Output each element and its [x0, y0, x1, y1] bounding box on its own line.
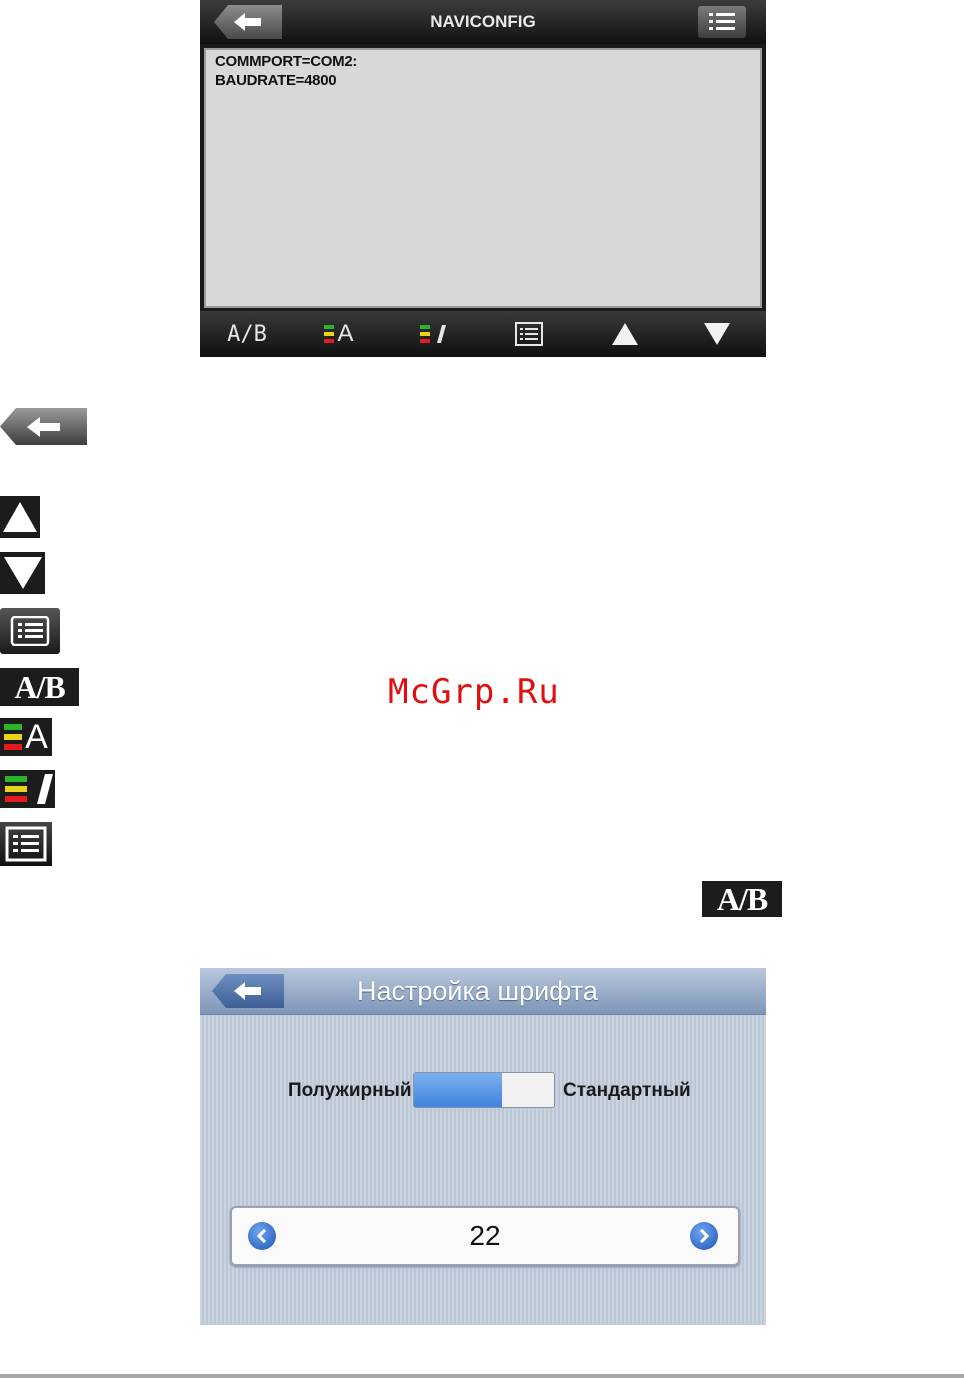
font-style-icon: [4, 774, 53, 804]
config-text: COMMPORT=COM2: BAUDRATE=4800: [215, 52, 357, 90]
inline-ab-icon: A/B: [702, 881, 782, 917]
config-text-area[interactable]: COMMPORT=COM2: BAUDRATE=4800: [204, 48, 762, 308]
back-arrow-icon: [234, 982, 261, 1000]
back-button[interactable]: [214, 5, 282, 39]
toggle-fill: [414, 1073, 502, 1107]
decrease-button[interactable]: [248, 1222, 276, 1250]
legend-up-icon: [0, 496, 40, 538]
ab-label: A/B: [14, 668, 65, 705]
font-size-label: A: [25, 718, 48, 756]
font-size-button[interactable]: A: [312, 311, 366, 357]
font-settings-title: Настройка шрифта: [357, 976, 598, 1006]
legend-font-size-icon: A: [0, 718, 52, 756]
file-list-icon: [515, 322, 543, 346]
font-size-stepper: 22: [230, 1206, 740, 1266]
naviconfig-screen: NAVICONFIG COMMPORT=COM2: BAUDRATE=4800 …: [200, 0, 766, 357]
watermark: McGrp.Ru: [388, 672, 560, 712]
list-menu-icon: [709, 13, 735, 30]
font-style-button[interactable]: [406, 311, 460, 357]
naviconfig-toolbar: A/B A: [200, 311, 766, 357]
chevron-right-icon: [699, 1229, 710, 1243]
file-list-button[interactable]: [502, 311, 556, 357]
ab-toggle-button[interactable]: A/B: [220, 311, 274, 357]
back-button[interactable]: [212, 974, 284, 1008]
footer-rule: [0, 1374, 964, 1378]
file-list-icon: [5, 826, 47, 862]
triangle-down-icon: [3, 557, 42, 589]
font-size-label: A: [337, 320, 354, 347]
color-bars-icon: [324, 325, 335, 343]
font-weight-toggle[interactable]: [413, 1072, 555, 1108]
triangle-up-icon: [612, 323, 638, 345]
list-menu-icon: [10, 616, 50, 646]
config-line: BAUDRATE=4800: [215, 72, 337, 89]
scroll-up-button[interactable]: [598, 311, 652, 357]
legend-ab-icon: A/B: [0, 668, 79, 706]
color-bars-icon: [4, 724, 23, 750]
increase-button[interactable]: [690, 1222, 718, 1250]
bold-label: Полужирный: [288, 1080, 412, 1101]
legend-menu-icon: [0, 608, 60, 654]
ab-label: A/B: [716, 880, 768, 917]
legend-back-button: [0, 408, 87, 445]
scroll-down-button[interactable]: [690, 311, 744, 357]
config-line: COMMPORT=COM2:: [215, 53, 358, 70]
font-settings-screen: Настройка шрифта Полужирный Стандартный …: [200, 968, 766, 1325]
font-settings-title-bar: Настройка шрифта: [200, 968, 766, 1015]
menu-button[interactable]: [698, 6, 746, 38]
standard-label: Стандартный: [563, 1080, 691, 1101]
triangle-up-icon: [3, 502, 37, 532]
naviconfig-title: NAVICONFIG: [430, 12, 536, 31]
back-arrow-icon: [26, 416, 60, 437]
back-arrow-icon: [234, 13, 261, 31]
triangle-down-icon: [704, 323, 730, 345]
font-size-value: 22: [469, 1220, 501, 1251]
legend-font-style-icon: [0, 770, 55, 808]
chevron-left-icon: [256, 1229, 267, 1243]
legend-down-icon: [0, 552, 45, 594]
font-style-icon: [420, 325, 446, 343]
naviconfig-title-bar: NAVICONFIG: [200, 0, 766, 44]
legend-file-list-icon: [0, 822, 52, 866]
ab-label: A/B: [227, 321, 267, 347]
